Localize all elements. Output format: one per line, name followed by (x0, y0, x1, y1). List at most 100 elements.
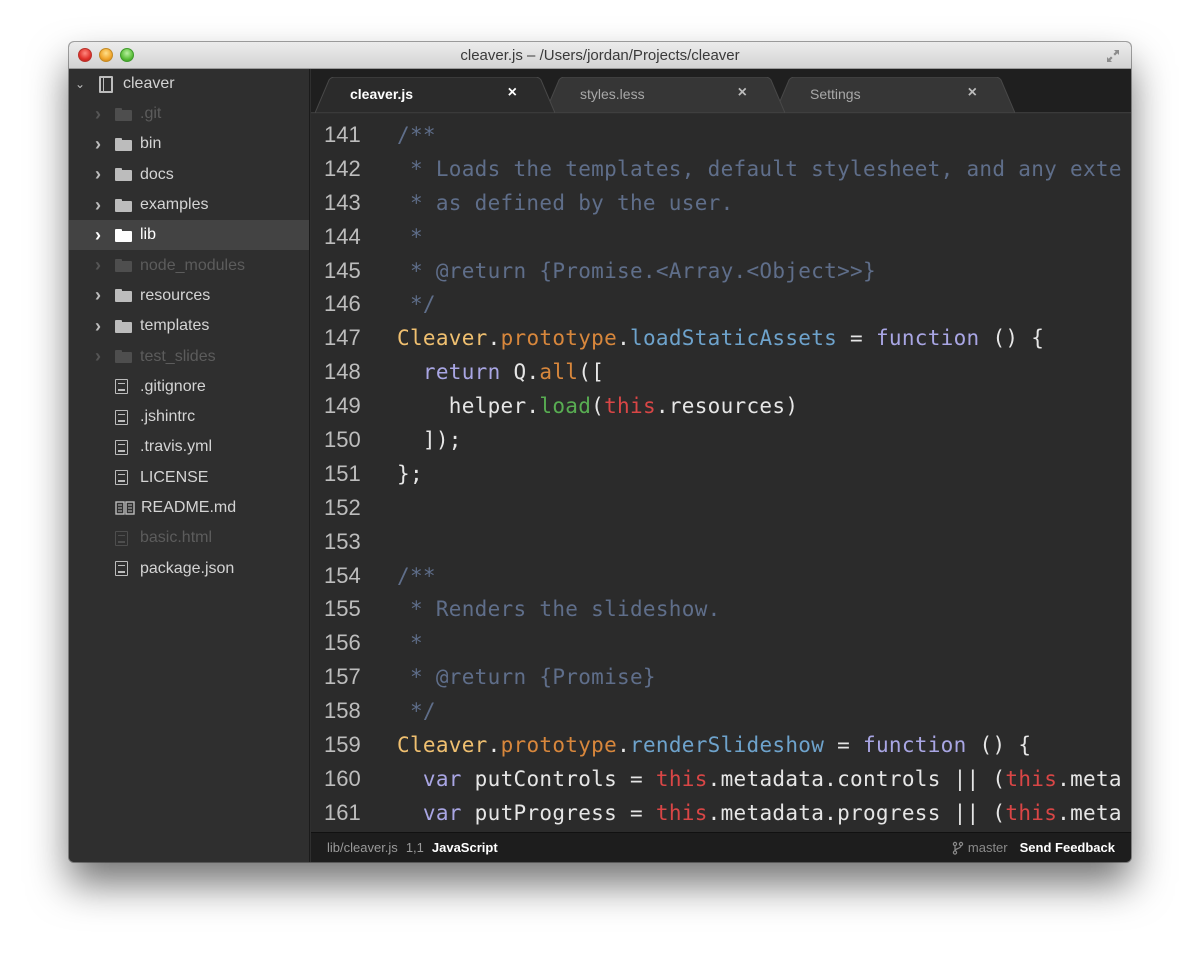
tab-label: styles.less (580, 86, 645, 102)
code-line[interactable]: 157 * @return {Promise} (311, 660, 1131, 694)
code-line[interactable]: 158 */ (311, 694, 1131, 728)
code-line[interactable]: 150 ]); (311, 423, 1131, 457)
folder-icon (115, 198, 132, 212)
code-line[interactable]: 160 var putControls = this.metadata.cont… (311, 762, 1131, 796)
token-all: all (539, 360, 579, 385)
tree-item-label: package.json (140, 559, 235, 577)
code-line[interactable]: 144 * (311, 220, 1131, 254)
token-plain: .metadata.progress || ( (707, 800, 1006, 825)
close-tab-icon[interactable]: × (968, 84, 977, 102)
code-line[interactable]: 159 Cleaver.prototype.renderSlideshow = f… (311, 728, 1131, 762)
token-comment: * as defined by the user. (397, 190, 734, 215)
chevron-down-icon[interactable]: ⌄ (75, 77, 89, 91)
chevron-right-icon[interactable]: › (95, 195, 109, 216)
tree-item-basic-html[interactable]: basic.html (69, 523, 309, 553)
code-line[interactable]: 149 helper.load(this.resources) (311, 389, 1131, 423)
token-class: Cleaver (397, 326, 488, 351)
chevron-right-icon[interactable]: › (95, 104, 109, 125)
code-line[interactable]: 148 return Q.all([ (311, 355, 1131, 389)
tree-item-test-slides[interactable]: › test_slides (69, 341, 309, 371)
token-plain: ]); (397, 427, 462, 452)
file-icon (115, 561, 128, 577)
close-tab-icon[interactable]: × (738, 84, 747, 102)
code-line[interactable]: 155 * Renders the slideshow. (311, 592, 1131, 626)
code-text: * as defined by the user. (397, 191, 734, 215)
token-plain: .meta (1057, 800, 1122, 825)
chevron-right-icon[interactable]: › (95, 255, 109, 276)
tree-item-license[interactable]: LICENSE (69, 463, 309, 493)
tree-item-bin[interactable]: › bin (69, 129, 309, 159)
code-text: Cleaver.prototype.renderSlideshow = func… (397, 733, 1031, 757)
close-tab-icon[interactable]: × (508, 84, 517, 102)
tree-item-travis-yml[interactable]: .travis.yml (69, 432, 309, 462)
tree-item-node-modules[interactable]: › node_modules (69, 250, 309, 280)
tree-item-label: .git (140, 105, 162, 123)
tree-item-docs[interactable]: › docs (69, 160, 309, 190)
token-comment: * Renders the slideshow. (397, 597, 721, 622)
tab-cleaver-js[interactable]: cleaver.js × (315, 77, 555, 113)
folder-icon (115, 319, 132, 333)
tree-item-templates[interactable]: › templates (69, 311, 309, 341)
tree-item-label: docs (140, 165, 174, 183)
code-line[interactable]: 156 * (311, 626, 1131, 660)
code-line[interactable]: 142 * Loads the templates, default style… (311, 152, 1131, 186)
tree-item-git[interactable]: › .git (69, 99, 309, 129)
code-line[interactable]: 145 * @return {Promise.<Array.<Object>>} (311, 254, 1131, 288)
tree-item-jshintrc[interactable]: .jshintrc (69, 402, 309, 432)
tree-item-package-json[interactable]: package.json (69, 553, 309, 583)
tree-item-label: basic.html (140, 529, 213, 547)
title-bar[interactable]: cleaver.js – /Users/jordan/Projects/clea… (69, 42, 1131, 69)
line-number: 156 (324, 630, 361, 656)
line-number: 143 (324, 189, 361, 215)
tree-item-gitignore[interactable]: .gitignore (69, 372, 309, 402)
token-plain: . (487, 732, 501, 757)
code-text: helper.load(this.resources) (397, 394, 798, 418)
token-comment: */ (397, 292, 436, 317)
git-branch[interactable]: master (952, 840, 1008, 855)
tree-root-cleaver[interactable]: ⌄ cleaver (69, 69, 309, 99)
tab-styles-less[interactable]: styles.less × (545, 77, 785, 113)
tab-settings[interactable]: Settings × (775, 77, 1015, 113)
chevron-right-icon[interactable]: › (95, 346, 109, 367)
chevron-right-icon[interactable]: › (95, 225, 109, 246)
token-comment: * Loads the templates, default styleshee… (397, 156, 1122, 181)
code-text: Cleaver.prototype.loadStaticAssets = fun… (397, 326, 1044, 350)
code-line[interactable]: 141 /** (311, 118, 1131, 152)
code-line[interactable]: 143 * as defined by the user. (311, 186, 1131, 220)
code-line[interactable]: 147 Cleaver.prototype.loadStaticAssets = … (311, 321, 1131, 355)
chevron-right-icon[interactable]: › (95, 164, 109, 185)
code-line[interactable]: 153 (311, 525, 1131, 559)
chevron-right-icon[interactable]: › (95, 285, 109, 306)
fullscreen-icon[interactable] (1105, 48, 1121, 64)
token-plain: putProgress = (461, 800, 656, 825)
code-text: }; (397, 462, 423, 486)
folder-icon (115, 107, 132, 121)
code-text: * Renders the slideshow. (397, 597, 721, 621)
tree-item-label: node_modules (140, 256, 245, 274)
status-language-selector[interactable]: JavaScript (432, 840, 498, 855)
code-line[interactable]: 146 */ (311, 287, 1131, 321)
token-plain: . (617, 732, 631, 757)
token-plain: ([ (578, 360, 605, 385)
chevron-right-icon[interactable]: › (95, 316, 109, 337)
tree-item-readme-md[interactable]: README.md (69, 493, 309, 523)
line-number: 141 (324, 121, 361, 147)
book-icon (115, 501, 135, 515)
code-line[interactable]: 161 var putProgress = this.metadata.prog… (311, 796, 1131, 830)
code-line[interactable]: 151}; (311, 457, 1131, 491)
tree-item-lib[interactable]: › lib (69, 220, 309, 251)
code-editor[interactable]: 141 /** 142 * Loads the templates, default… (311, 114, 1131, 832)
token-comment: /** (397, 563, 436, 588)
code-line[interactable]: 154 /** (311, 559, 1131, 593)
token-plain: Q. (500, 360, 540, 385)
code-line[interactable]: 152 (311, 491, 1131, 525)
code-text: */ (397, 699, 436, 723)
token-comment: /** (397, 122, 436, 147)
token-keyword: var (422, 800, 462, 825)
tree-item-resources[interactable]: › resources (69, 281, 309, 311)
tree-item-examples[interactable]: › examples (69, 190, 309, 220)
token-plain: () { (966, 732, 1032, 757)
chevron-right-icon[interactable]: › (95, 134, 109, 155)
send-feedback-link[interactable]: Send Feedback (1020, 840, 1115, 855)
